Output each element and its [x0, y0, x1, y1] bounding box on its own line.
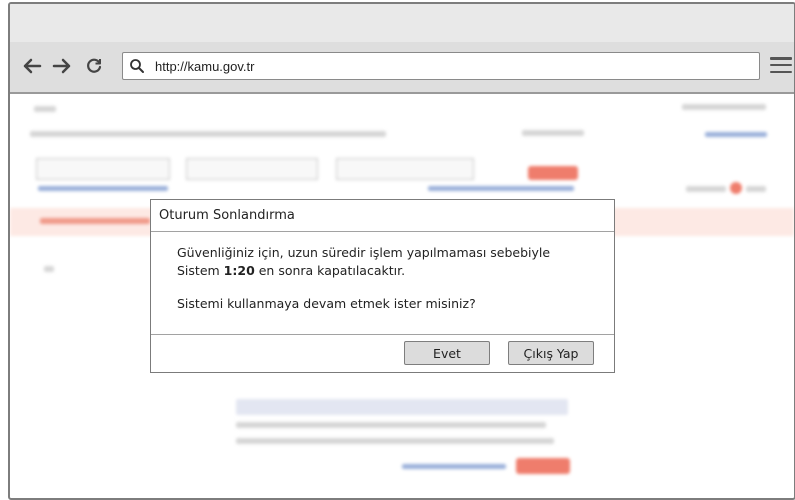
- search-icon: [129, 58, 151, 74]
- dialog-title: Oturum Sonlandırma: [151, 200, 614, 232]
- dialog-question: Sistemi kullanmaya devam etmek ister mis…: [177, 296, 476, 311]
- dialog-message-line2: Sistem 1:20 en sonra kapatılacaktır.: [177, 262, 406, 278]
- reload-icon[interactable]: [82, 52, 106, 80]
- forward-arrow-icon[interactable]: [50, 52, 74, 80]
- browser-toolbar: [10, 42, 794, 94]
- dialog-footer: Evet Çıkış Yap: [151, 334, 614, 372]
- dialog-message-line1: Güvenliğiniz için, uzun süredir işlem ya…: [177, 245, 551, 260]
- browser-titlebar: [10, 4, 794, 43]
- hamburger-menu-icon[interactable]: [770, 54, 792, 76]
- dialog-body: Güvenliğiniz için, uzun süredir işlem ya…: [177, 244, 600, 313]
- session-timeout-dialog: Oturum Sonlandırma Güvenliğiniz için, uz…: [150, 199, 615, 373]
- back-arrow-icon[interactable]: [20, 52, 44, 80]
- address-bar[interactable]: [122, 52, 760, 80]
- countdown-timer: 1:20: [223, 262, 255, 278]
- yes-button[interactable]: Evet: [404, 341, 490, 365]
- url-input[interactable]: [151, 58, 759, 74]
- logout-button[interactable]: Çıkış Yap: [508, 341, 594, 365]
